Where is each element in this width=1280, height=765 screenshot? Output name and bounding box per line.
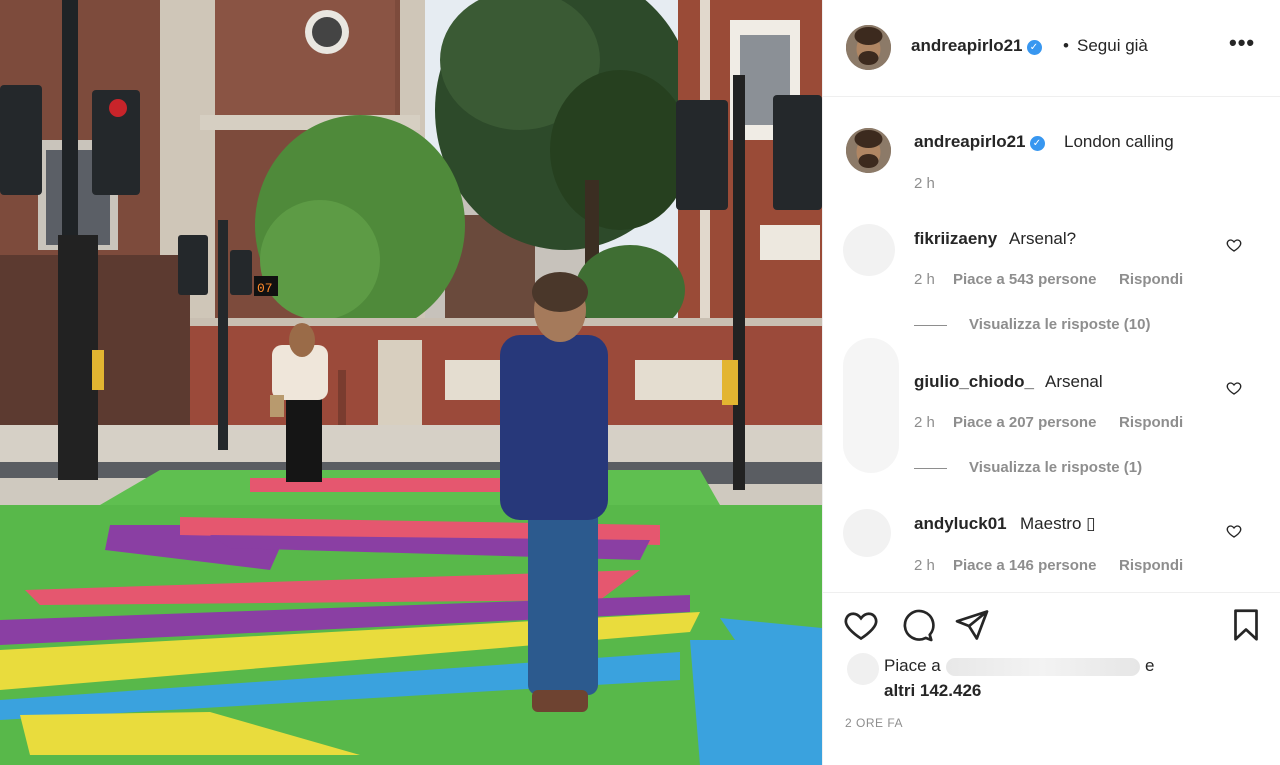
comment-bubble-icon[interactable] [899,607,935,643]
comment-likes[interactable]: Piace a 207 persone [953,414,1096,431]
heart-icon[interactable] [843,607,879,643]
author-username[interactable]: andreapirlo21 ✓ [911,36,1042,56]
verified-badge-icon: ✓ [1029,136,1045,151]
commenter-avatar[interactable] [843,224,895,276]
reply-button[interactable]: Rispondi [1119,557,1183,574]
comment-likes[interactable]: Piace a 146 persone [953,557,1096,574]
traffic-counter-text: 07 [257,281,273,296]
caption-text: London calling [1064,132,1174,151]
comment-heart-icon[interactable] [1226,380,1242,396]
caption-time: 2 h [914,175,935,192]
comment-heart-icon[interactable] [1226,523,1242,539]
comment-username[interactable]: andyluck01 [914,514,1007,534]
comment-likes[interactable]: Piace a 543 persone [953,271,1096,288]
comment-username[interactable]: giulio_chiodo_ [914,372,1034,392]
post-timestamp: 2 ORE FA [845,716,904,730]
header-separator: • [1063,36,1069,55]
likes-prefix: Piace a [884,656,941,675]
view-replies-line [914,325,947,326]
commenter-avatar[interactable] [843,338,899,473]
liker-avatar[interactable] [847,653,879,685]
author-avatar[interactable] [846,25,891,70]
comment-time: 2 h [914,414,935,431]
commenter-avatar[interactable] [843,509,891,557]
post-photo[interactable]: 07 [0,0,822,765]
comment-text: Maestro ▯ [1020,514,1096,533]
verified-badge-icon: ✓ [1026,40,1042,55]
post-header: andreapirlo21 ✓ • Segui già ••• [823,0,1280,97]
comment-time: 2 h [914,271,935,288]
caption-username[interactable]: andreapirlo21 ✓ [914,132,1045,152]
view-replies-line [914,468,947,469]
post-side-panel: andreapirlo21 ✓ • Segui già ••• andreapir… [822,0,1280,765]
reply-button[interactable]: Rispondi [1119,271,1183,288]
comment-text: Arsenal [1045,372,1103,391]
view-replies-button[interactable]: Visualizza le risposte (1) [969,459,1142,476]
liker-name-blurred [946,658,1140,676]
bookmark-icon[interactable] [1228,607,1264,643]
paper-plane-icon[interactable] [954,607,990,643]
likes-suffix: e [1145,656,1155,675]
comment-username[interactable]: fikriizaeny [914,229,997,249]
comment-heart-icon[interactable] [1226,237,1242,253]
likes-count[interactable]: altri 142.426 [884,681,981,701]
comment-time: 2 h [914,557,935,574]
caption-avatar[interactable] [846,128,891,173]
follow-status-button[interactable]: Segui già [1077,36,1148,56]
view-replies-button[interactable]: Visualizza le risposte (10) [969,316,1150,333]
post-actions: Piace a e altri 142.426 2 ORE FA [823,592,1280,765]
author-username-text[interactable]: andreapirlo21 [911,36,1023,55]
street-crossing-photo: 07 [0,0,822,765]
more-options-icon[interactable]: ••• [1229,30,1255,56]
reply-button[interactable]: Rispondi [1119,414,1183,431]
comment-text: Arsenal? [1009,229,1077,248]
caption-username-text[interactable]: andreapirlo21 [914,132,1026,151]
